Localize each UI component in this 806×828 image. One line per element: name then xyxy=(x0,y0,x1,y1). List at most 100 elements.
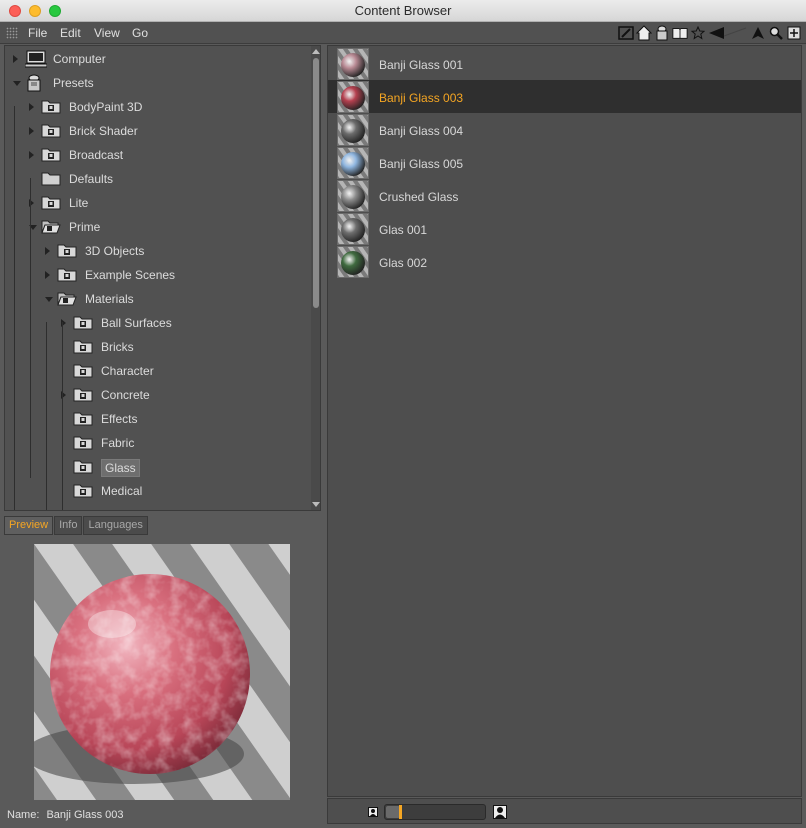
list-item[interactable]: Crushed Glass xyxy=(328,179,801,212)
library-icon xyxy=(41,98,61,115)
slider-handle[interactable] xyxy=(399,805,402,819)
tree-item-label: Glass xyxy=(101,459,140,477)
expand-down-icon[interactable] xyxy=(13,81,21,86)
material-thumbnail xyxy=(337,81,369,113)
tree-scrollbar[interactable] xyxy=(311,46,320,510)
new-window-icon[interactable] xyxy=(786,25,802,41)
tree-item[interactable]: Fabric xyxy=(5,431,308,455)
tree-item[interactable]: Prime xyxy=(5,215,308,239)
tree-item[interactable]: 3D Objects xyxy=(5,239,308,263)
tree-guide-line xyxy=(30,178,31,478)
expand-right-icon[interactable] xyxy=(29,103,34,111)
scroll-up-arrow-icon[interactable] xyxy=(312,49,320,54)
tree-item-label: Concrete xyxy=(101,388,150,402)
tree-pane[interactable]: Computer Presets BodyPaint 3D Brick Shader B… xyxy=(4,45,321,511)
name-value: Banji Glass 003 xyxy=(46,809,124,821)
tree-item-label: Bricks xyxy=(101,340,134,354)
tree-item[interactable]: Brick Shader xyxy=(5,119,308,143)
tree-item[interactable]: Defaults xyxy=(5,167,308,191)
expand-right-icon[interactable] xyxy=(45,247,50,255)
tree-item-label: Broadcast xyxy=(69,148,124,162)
library-icon xyxy=(73,386,93,403)
large-thumbnail-icon[interactable] xyxy=(493,805,507,819)
menu-go[interactable]: Go xyxy=(132,26,148,40)
scroll-down-arrow-icon[interactable] xyxy=(312,502,320,507)
tree-item[interactable]: Lite xyxy=(5,191,308,215)
tab-preview[interactable]: Preview xyxy=(4,516,54,535)
menu-edit[interactable]: Edit xyxy=(60,26,81,40)
tree-item-label: 3D Objects xyxy=(85,244,145,258)
home-icon[interactable] xyxy=(636,25,652,41)
library-icon xyxy=(57,266,77,283)
tree-item-label: Character xyxy=(101,364,154,378)
small-thumbnail-icon[interactable] xyxy=(368,807,378,817)
library-icon xyxy=(57,242,77,259)
list-item[interactable]: Banji Glass 004 xyxy=(328,113,801,146)
grip-icon[interactable] xyxy=(6,27,18,39)
library-icon xyxy=(73,314,93,331)
tree-item[interactable]: Computer xyxy=(5,47,308,71)
favorite-icon[interactable] xyxy=(690,25,706,41)
computer-icon xyxy=(24,50,48,68)
list-item[interactable]: Banji Glass 001 xyxy=(328,47,801,80)
library-icon xyxy=(73,482,93,499)
window-title: Content Browser xyxy=(354,3,452,18)
tab-info[interactable]: Info xyxy=(54,516,83,535)
material-thumbnail xyxy=(337,147,369,179)
tree-item[interactable]: Concrete xyxy=(5,383,308,407)
library-open-icon xyxy=(57,290,77,307)
tree-item-label: Medical xyxy=(101,484,143,498)
tree-item-label: Lite xyxy=(69,196,89,210)
list-item[interactable]: Glas 002 xyxy=(328,245,801,278)
preview-tabs: Preview Info Languages xyxy=(4,516,149,535)
expand-right-icon[interactable] xyxy=(29,127,34,135)
tree-item-label: Presets xyxy=(53,76,94,90)
edit-icon[interactable] xyxy=(618,25,634,41)
list-item-label: Banji Glass 005 xyxy=(379,157,464,171)
preview-name-bar: Name: Banji Glass 003 xyxy=(4,806,321,824)
thumbnail-size-slider[interactable] xyxy=(384,804,486,820)
tree-item[interactable]: Broadcast xyxy=(5,143,308,167)
tree-item[interactable]: BodyPaint 3D xyxy=(5,95,308,119)
back-icon[interactable] xyxy=(708,25,748,41)
tree-guide-line xyxy=(62,322,63,510)
tree-item[interactable]: Effects xyxy=(5,407,308,431)
material-thumbnail xyxy=(337,48,369,80)
tree-item-label: Fabric xyxy=(101,436,135,450)
list-item[interactable]: Glas 001 xyxy=(328,212,801,245)
tree-item[interactable]: Glass xyxy=(5,455,308,479)
menu-view[interactable]: View xyxy=(94,26,120,40)
content-list[interactable]: Banji Glass 001 Banji Glass 003 Banji Glas… xyxy=(327,45,802,797)
expand-right-icon[interactable] xyxy=(29,151,34,159)
tree-item-label: Prime xyxy=(69,220,101,234)
list-item[interactable]: Banji Glass 005 xyxy=(328,146,801,179)
list-item-label: Banji Glass 003 xyxy=(379,91,464,105)
search-icon[interactable] xyxy=(768,25,784,41)
catalog-icon[interactable] xyxy=(672,25,688,41)
tree-item[interactable]: Bricks xyxy=(5,335,308,359)
tree-item[interactable]: Materials xyxy=(5,287,308,311)
scroll-thumb[interactable] xyxy=(313,58,319,308)
forward-icon[interactable] xyxy=(750,25,766,41)
list-item[interactable]: Banji Glass 003 xyxy=(328,80,801,113)
presets-icon[interactable] xyxy=(654,25,670,41)
library-icon xyxy=(73,434,93,451)
tree-item-label: Ball Surfaces xyxy=(101,316,172,330)
expand-down-icon[interactable] xyxy=(45,297,53,302)
tree-item-label: BodyPaint 3D xyxy=(69,100,143,114)
title-bar: Content Browser xyxy=(0,0,806,22)
thumbnail-size-bar xyxy=(327,798,802,824)
tree-item[interactable]: Presets xyxy=(5,71,308,95)
material-thumbnail xyxy=(337,180,369,212)
material-thumbnail xyxy=(337,246,369,278)
material-preview-image xyxy=(34,544,290,800)
tree-item[interactable]: Ball Surfaces xyxy=(5,311,308,335)
menu-file[interactable]: File xyxy=(28,26,47,40)
tree-item[interactable]: Character xyxy=(5,359,308,383)
tab-languages[interactable]: Languages xyxy=(83,516,148,535)
tree-item[interactable]: Medical xyxy=(5,479,308,503)
expand-right-icon[interactable] xyxy=(13,55,18,63)
expand-right-icon[interactable] xyxy=(45,271,50,279)
tree-item[interactable]: Example Scenes xyxy=(5,263,308,287)
folder-icon xyxy=(41,170,61,187)
